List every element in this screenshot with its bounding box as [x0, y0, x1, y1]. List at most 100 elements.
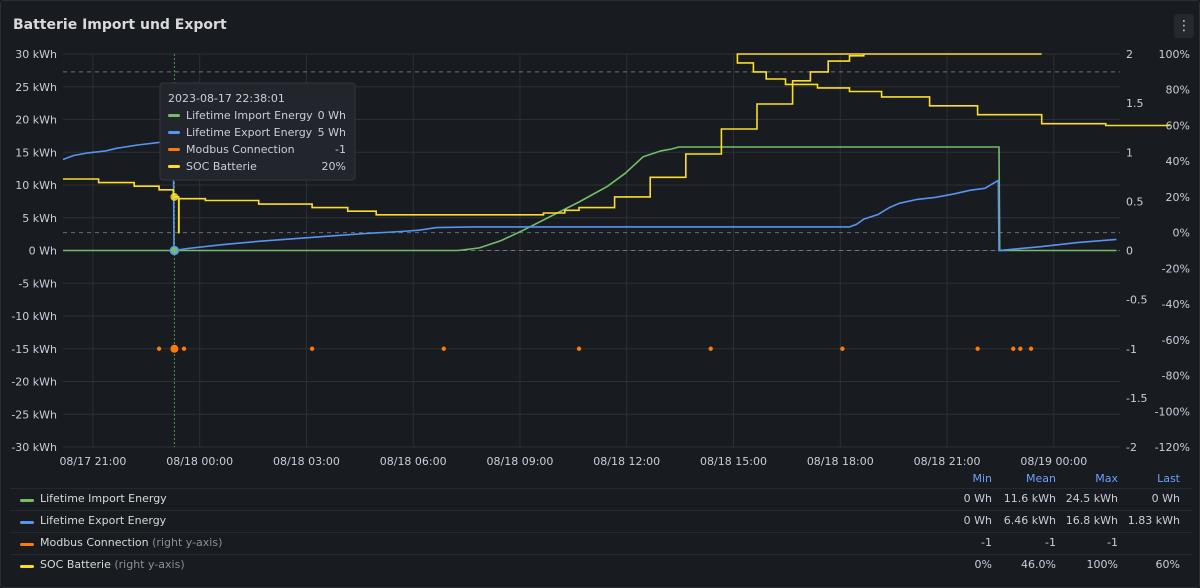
y-right-pct-tick-label: -100% — [1155, 405, 1190, 418]
tooltip-swatch — [168, 131, 180, 134]
legend-min: -1 — [981, 536, 992, 549]
legend-row[interactable]: Modbus Connection (right y-axis) -1 -1 -1 — [10, 532, 1192, 554]
tooltip-series-name: Modbus Connection — [186, 143, 295, 156]
x-tick-label: 08/18 21:00 — [914, 455, 981, 468]
legend-header: Min Mean Max Last — [10, 468, 1192, 488]
y-right-pct-tick-label: -20% — [1162, 262, 1190, 275]
hover-point-modbus — [170, 344, 179, 353]
y-right-tick-label: -1 — [1126, 343, 1137, 356]
y-left-tick-label: -15 kWh — [11, 343, 57, 356]
x-tick-label: 08/18 15:00 — [700, 455, 767, 468]
tooltip-series-value: 0 Wh — [318, 109, 346, 122]
legend-header-max[interactable]: Max — [1070, 472, 1118, 485]
y-right-pct-tick-label: 100% — [1159, 48, 1190, 61]
y-left-tick-label: -5 kWh — [18, 277, 57, 290]
modbus-point — [441, 346, 447, 351]
legend-mean: -1 — [1045, 536, 1056, 549]
y-left-tick-label: 30 kWh — [15, 48, 57, 61]
y-left-tick-label: -30 kWh — [11, 441, 57, 454]
y-left-tick-label: -10 kWh — [11, 310, 57, 323]
y-right-tick-label: 0.5 — [1126, 195, 1144, 208]
x-tick-label: 08/18 18:00 — [807, 455, 874, 468]
tooltip-series-name: Lifetime Export Energy — [186, 126, 313, 139]
legend-max: 100% — [1086, 558, 1118, 571]
hover-tooltip: 2023-08-17 22:38:01 Lifetime Import Energ… — [159, 82, 356, 181]
y-right-pct-tick-label: -60% — [1162, 334, 1190, 347]
time-series-chart: 30 kWh 25 kWh 20 kWh 15 kWh 10 kWh 5 kWh 0 Wh -… — [11, 48, 1190, 468]
legend-last: 60% — [1155, 558, 1180, 571]
legend-series-name[interactable]: Modbus Connection (right y-axis) — [40, 536, 222, 549]
y-right-tick-label: -2 — [1126, 441, 1137, 454]
legend-row[interactable]: Lifetime Import Energy 0 Wh 11.6 kWh 24.5 … — [10, 488, 1192, 510]
x-tick-label: 08/19 00:00 — [1020, 455, 1087, 468]
legend-color-swatch[interactable] — [20, 565, 34, 568]
y-right-tick-label: 1 — [1126, 146, 1133, 159]
modbus-point — [708, 346, 713, 351]
tooltip-series-value: 20% — [322, 160, 346, 173]
y-left-tick-label: 20 kWh — [15, 114, 57, 127]
x-tick-label: 08/18 09:00 — [487, 455, 554, 468]
y-left-tick-label: -20 kWh — [11, 376, 57, 389]
modbus-point — [1018, 346, 1023, 351]
y-right-pct-tick-label: -40% — [1162, 298, 1190, 311]
tooltip-series-value: 5 Wh — [318, 126, 346, 139]
y-right-tick-label: 0 — [1126, 245, 1133, 258]
legend-row[interactable]: Lifetime Export Energy 0 Wh 6.46 kWh 16.8 … — [10, 510, 1192, 532]
y-right-pct-tick-label: 20% — [1166, 191, 1190, 204]
tooltip-series-name: Lifetime Import Energy — [186, 109, 313, 122]
tooltip-series-name: SOC Batterie — [186, 160, 257, 173]
y-left-tick-label: -25 kWh — [11, 408, 57, 421]
legend-mean: 46.0% — [1021, 558, 1056, 571]
legend-max: 24.5 kWh — [1065, 492, 1118, 505]
tooltip-swatch — [168, 165, 180, 168]
y-right-pct-tick-label: 80% — [1166, 84, 1190, 97]
tooltip-series-value: -1 — [335, 143, 346, 156]
x-tick-label: 08/18 00:00 — [166, 455, 233, 468]
modbus-point — [576, 346, 582, 351]
legend-max: -1 — [1107, 536, 1118, 549]
modbus-point — [181, 346, 187, 351]
legend-last: 1.83 kWh — [1127, 514, 1180, 527]
legend-min: 0 Wh — [963, 492, 992, 505]
legend-mean: 11.6 kWh — [1003, 492, 1056, 505]
y-right-pct-tick-label: 40% — [1166, 155, 1190, 168]
tooltip-swatch — [168, 114, 180, 117]
legend-header-min[interactable]: Min — [950, 472, 992, 485]
legend-last: 0 Wh — [1151, 492, 1180, 505]
legend-series-name[interactable]: SOC Batterie (right y-axis) — [40, 558, 185, 571]
legend-color-swatch[interactable] — [20, 499, 34, 502]
tooltip-time: 2023-08-17 22:38:01 — [168, 92, 285, 105]
y-right-tick-label: 1.5 — [1126, 97, 1144, 110]
y-left-tick-label: 5 kWh — [22, 212, 57, 225]
legend-row[interactable]: SOC Batterie (right y-axis) 0% 46.0% 100% 60… — [10, 554, 1192, 576]
y-right-pct-tick-label: -120% — [1155, 441, 1190, 454]
legend-series-name[interactable]: Lifetime Export Energy — [40, 514, 166, 527]
y-right-tick-label: -0.5 — [1126, 294, 1147, 307]
x-tick-label: 08/17 21:00 — [59, 455, 126, 468]
y-left-tick-label: 15 kWh — [15, 146, 57, 159]
legend-mean: 6.46 kWh — [1003, 514, 1056, 527]
modbus-point — [1028, 346, 1034, 351]
x-tick-label: 08/18 03:00 — [273, 455, 340, 468]
legend-max: 16.8 kWh — [1065, 514, 1118, 527]
legend-color-swatch[interactable] — [20, 521, 34, 524]
y-right-pct-tick-label: -80% — [1162, 370, 1190, 383]
legend-series-name[interactable]: Lifetime Import Energy — [40, 492, 167, 505]
modbus-point — [156, 346, 162, 351]
legend-color-swatch[interactable] — [20, 543, 34, 546]
modbus-point — [309, 346, 315, 351]
y-right-tick-label: 2 — [1126, 48, 1133, 61]
legend-header-last[interactable]: Last — [1130, 472, 1180, 485]
tooltip-swatch — [168, 148, 180, 151]
x-tick-label: 08/18 06:00 — [380, 455, 447, 468]
y-left-tick-label: 0 Wh — [29, 245, 57, 258]
modbus-point — [975, 346, 980, 351]
legend-table: Min Mean Max Last Lifetime Import Energy… — [10, 468, 1192, 576]
hover-point-soc — [170, 192, 179, 201]
legend-header-mean[interactable]: Mean — [1010, 472, 1056, 485]
y-right-pct-tick-label: 0% — [1173, 227, 1190, 240]
x-tick-label: 08/18 12:00 — [593, 455, 660, 468]
legend-min: 0% — [974, 558, 992, 571]
hover-point-import — [169, 245, 180, 256]
modbus-point — [840, 346, 845, 351]
